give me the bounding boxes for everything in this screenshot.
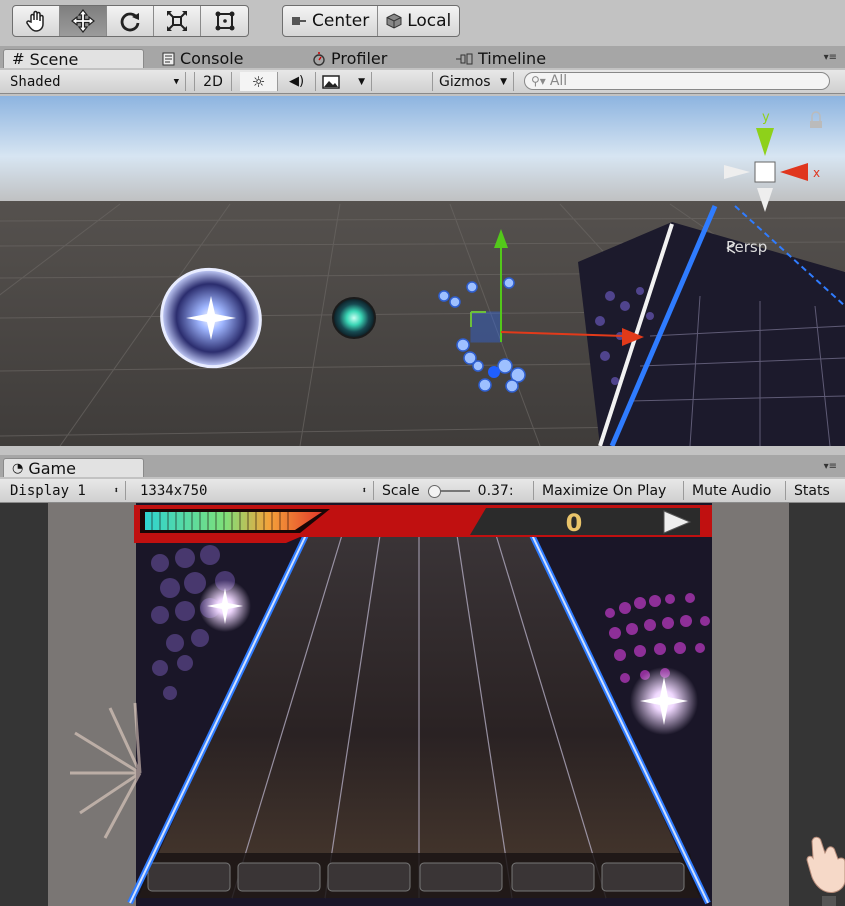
timeline-icon [456,53,473,64]
rect-icon [215,11,234,31]
pivot-local-button[interactable]: Local [378,6,459,36]
tab-profiler-label: Profiler [331,49,388,68]
transform-tools [12,5,249,37]
scene-canvas[interactable]: y x Persp [0,96,845,446]
console-icon [162,52,175,65]
tab-game[interactable]: ◔ Game [3,458,144,478]
resolution-label: 1334x750 [140,482,208,499]
gizmo-x-label: x [813,166,820,180]
grid-icon: # [12,50,25,68]
rotate-tool-button[interactable] [107,6,154,36]
scale-slider-thumb[interactable] [427,484,441,498]
scale-icon [167,11,187,31]
gizmos-label: Gizmos [439,73,491,90]
resolution-dropdown[interactable]: 1334x750 ⬍ [134,481,374,500]
mute-label: Mute Audio [692,482,772,499]
effects-toggle-button[interactable]: ▼ [316,72,372,91]
selected-object-pivot [488,366,500,378]
pivot-center-label: Center [312,11,370,31]
scene-toolbar: Shaded ▼ 2D ☼ ◀) ▼ Gizmos ▼ ⚲▾ All [0,70,845,94]
game-toolbar: Display 1 ⬍ 1334x750 ⬍ Scale 0.37: Maxim… [0,479,845,503]
panel-menu-icon[interactable]: ▾≡ [824,52,837,63]
game-canvas[interactable]: 0 [0,503,845,906]
speaker-icon: ◀) [288,74,305,89]
tab-console-label: Console [180,49,244,68]
stats-label: Stats [794,482,830,499]
scale-slider[interactable] [427,484,470,498]
maximize-on-play-toggle[interactable]: Maximize On Play [536,481,684,500]
display-label: Display 1 [10,482,86,499]
hand-tool-button[interactable] [13,6,60,36]
effects-dropdown-arrow-icon: ▼ [358,76,365,87]
tab-game-label: Game [28,458,76,478]
draw-mode-dropdown[interactable]: Shaded ▼ [4,72,186,91]
hand-icon [26,10,44,32]
search-icon: ⚲▾ [531,74,546,88]
move-arrows-icon [71,9,95,33]
display-dropdown[interactable]: Display 1 ⬍ [4,481,126,500]
display-arrows-icon: ⬍ [113,485,119,496]
resolution-arrows-icon: ⬍ [361,485,367,496]
tab-profiler[interactable]: Profiler [304,49,387,68]
game-panel-menu-icon[interactable]: ▾≡ [824,461,837,472]
pivot-center-icon [292,17,306,25]
game-tab-bar: ◔ Game ▾≡ [0,455,845,478]
game-view[interactable]: 0 [0,503,845,906]
rotate-icon [120,12,140,32]
2d-toggle-button[interactable]: 2D [194,72,232,91]
main-toolbar: Center Local [0,0,845,42]
scale-control: Scale 0.37: [376,481,534,500]
scale-tool-button[interactable] [154,6,201,36]
tab-scene[interactable]: # Scene [3,49,144,69]
search-placeholder: All [549,73,568,89]
tab-console[interactable]: Console [154,49,244,68]
tab-scene-label: Scene [29,49,79,69]
dropdown-arrow-icon: ▼ [173,76,179,87]
2d-label: 2D [203,73,223,90]
tab-timeline[interactable]: Timeline [447,49,546,68]
scale-label: Scale [382,482,420,499]
mute-audio-toggle[interactable]: Mute Audio [686,481,786,500]
audio-toggle-button[interactable]: ◀) [278,72,316,91]
draw-mode-label: Shaded [10,73,61,90]
image-icon [322,74,340,89]
skybox [0,96,845,206]
scene-tab-bar: # Scene Console Profiler Timeline ▾≡ [0,46,845,69]
game-margin-left [48,503,136,906]
move-tool-button[interactable] [60,6,107,36]
gizmo-y-label: y [762,110,770,125]
score-value: 0 [566,509,583,537]
tab-timeline-label: Timeline [478,49,547,68]
pivot-local-label: Local [407,11,452,31]
maximize-label: Maximize On Play [542,482,667,499]
pivot-toggles: Center Local [282,5,461,37]
rect-tool-button[interactable] [201,6,248,36]
letterbox-left [0,503,48,906]
stats-toggle[interactable]: Stats [788,481,845,500]
game-margin-right [712,503,789,906]
profiler-icon [313,51,325,66]
energy-meter [145,512,322,530]
projection-label[interactable]: Persp [726,238,767,256]
scene-search-input[interactable]: ⚲▾ All [524,72,830,90]
cube-icon [386,13,402,29]
scene-view[interactable]: y x Persp [0,96,845,446]
gizmos-arrow-icon: ▼ [500,76,507,87]
lock-body [810,121,822,128]
pacman-game-icon: ◔ [12,460,24,476]
resize-handle[interactable] [822,896,836,906]
pivot-center-button[interactable]: Center [283,6,379,36]
gizmos-dropdown[interactable]: Gizmos ▼ [432,72,514,91]
note-ring[interactable] [332,297,376,339]
sun-icon: ☼ [251,72,266,91]
lighting-toggle-button[interactable]: ☼ [240,72,278,91]
scale-value: 0.37: [477,482,514,499]
